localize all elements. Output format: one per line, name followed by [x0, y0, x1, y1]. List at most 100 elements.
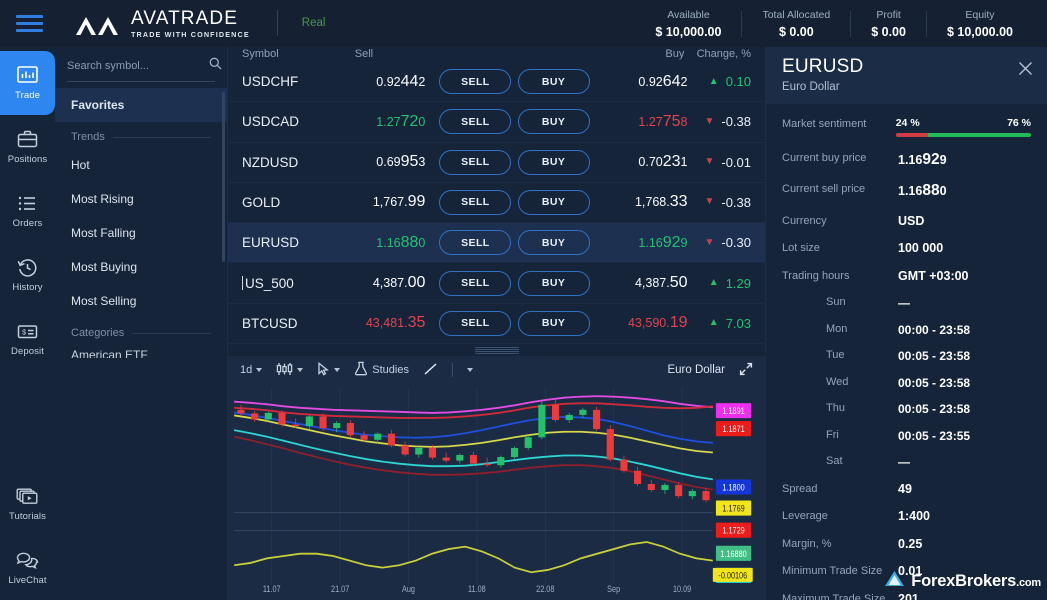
buy-button[interactable]: BUY	[518, 311, 590, 336]
sidebar-item-tutorials[interactable]: Tutorials	[0, 472, 55, 536]
sidebar-item-positions[interactable]: Positions	[0, 115, 55, 179]
price-tag-label: 1.1800	[722, 482, 745, 493]
caret-down-icon: ▼	[704, 197, 714, 207]
candle-body	[306, 416, 313, 426]
chart-type-selector[interactable]	[276, 362, 303, 379]
table-row[interactable]: US_5004,387.00SELLBUY4,387.50▲1.29	[228, 263, 765, 303]
candle-body	[702, 491, 709, 500]
watchlist-item-most-selling[interactable]: Most Selling	[55, 284, 227, 318]
cell-change: ▲ 7.03	[694, 316, 752, 331]
cell-sell-button: SELL	[439, 311, 511, 336]
studies-label: Studies	[372, 364, 409, 376]
cell-symbol: USDCAD	[242, 114, 334, 129]
cursor-tool-selector[interactable]	[317, 362, 340, 379]
panel-splitter[interactable]	[228, 344, 765, 356]
trading-hours-row-mon: Mon00:00 - 23:58	[782, 323, 1031, 337]
watchlist-section-trends: Trends	[55, 122, 227, 148]
sell-button[interactable]: SELL	[439, 190, 511, 215]
watchlist-item-hot[interactable]: Hot	[55, 148, 227, 182]
watchlist-item-most-buying[interactable]: Most Buying	[55, 250, 227, 284]
hamburger-icon[interactable]	[0, 15, 58, 32]
chart-canvas[interactable]: 11.0721.07Aug11.0822.08Sep10.091.18911.1…	[228, 384, 765, 600]
close-icon[interactable]	[1018, 61, 1033, 81]
trading-hours-row-sun: Sun—	[782, 296, 1031, 310]
watermark-text: ForexBrokers.com	[911, 572, 1041, 591]
candle-body	[620, 460, 627, 471]
candle-body	[470, 455, 477, 464]
table-row[interactable]: GOLD1,767.99SELLBUY1,768.33▼-0.38	[228, 183, 765, 223]
trading-hours-row-thu: Thu00:05 - 23:58	[782, 402, 1031, 416]
trading-hours-row: Trading hours GMT +03:00	[782, 269, 1031, 283]
table-row[interactable]: BTCUSD43,481.35SELLBUY43,590.19▲7.03	[228, 304, 765, 344]
table-row[interactable]: NZDUSD0.69953SELLBUY0.70231▼-0.01	[228, 143, 765, 183]
expand-icon[interactable]	[739, 362, 753, 379]
cell-buy-button: BUY	[518, 271, 590, 296]
watchlist-scrollbar[interactable]	[222, 92, 225, 262]
drawing-tool-dropdown[interactable]	[467, 368, 473, 372]
section-label: Trends	[71, 131, 105, 143]
caret-up-icon: ▲	[709, 318, 719, 328]
quotes-header: Symbol Sell Buy Change, %	[228, 47, 765, 62]
watchlist-item-american-etf[interactable]: American ETF	[55, 344, 227, 358]
price-tag-label: 1.1769	[722, 503, 745, 514]
cell-sell-button: SELL	[439, 271, 511, 296]
search-input[interactable]	[67, 60, 209, 72]
watchlist-item-favorites[interactable]: Favorites	[55, 88, 227, 122]
sell-button[interactable]: SELL	[439, 150, 511, 175]
spec-value: 1:400	[898, 509, 930, 523]
table-row[interactable]: EURUSD1.16880SELLBUY1.16929▼-0.30	[228, 223, 765, 263]
timeframe-selector[interactable]: 1d	[240, 364, 262, 376]
cell-sell-price: 1.16880	[334, 234, 440, 252]
stat-label: Total Allocated	[762, 9, 830, 21]
lot-size-row: Lot size 100 000	[782, 241, 1031, 255]
cell-sell-price: 1,767.99	[334, 193, 440, 211]
rail-spacer	[0, 371, 55, 472]
buy-button[interactable]: BUY	[518, 271, 590, 296]
cell-sell-price: 43,481.35	[334, 314, 440, 332]
brand-divider	[277, 10, 278, 36]
currency-row: Currency USD	[782, 214, 1031, 228]
sell-button[interactable]: SELL	[439, 69, 511, 94]
sidebar-item-label: Deposit	[11, 346, 44, 357]
buy-button[interactable]: BUY	[518, 230, 590, 255]
change-value: 7.03	[726, 316, 751, 331]
studies-button[interactable]: Studies	[354, 361, 409, 379]
sell-button[interactable]: SELL	[439, 311, 511, 336]
sidebar-item-livechat[interactable]: LiveChat	[0, 536, 55, 600]
table-row[interactable]: USDCAD1.27720SELLBUY1.27758▼-0.38	[228, 102, 765, 142]
sidebar-item-orders[interactable]: Orders	[0, 179, 55, 243]
chart-title-label: Euro Dollar	[667, 364, 725, 376]
sell-button[interactable]: SELL	[439, 109, 511, 134]
watchlist-item-most-rising[interactable]: Most Rising	[55, 182, 227, 216]
candle-body	[484, 464, 491, 466]
buy-button[interactable]: BUY	[518, 150, 590, 175]
stat-value: $ 10,000.00	[947, 25, 1013, 39]
cell-symbol: EURUSD	[242, 235, 334, 250]
candle-body	[415, 448, 422, 455]
buy-button[interactable]: BUY	[518, 69, 590, 94]
sell-button[interactable]: SELL	[439, 230, 511, 255]
candle-body	[456, 455, 463, 461]
table-row[interactable]: USDCHF0.92442SELLBUY0.92642▲0.10	[228, 62, 765, 102]
cell-sell-button: SELL	[439, 69, 511, 94]
cell-buy-price: 1.16929	[590, 234, 694, 252]
chart-background	[228, 384, 765, 600]
candle-body	[237, 410, 244, 414]
watchlist-item-most-falling[interactable]: Most Falling	[55, 216, 227, 250]
search-icon[interactable]	[209, 57, 222, 75]
change-value: -0.38	[721, 114, 751, 129]
cell-symbol: BTCUSD	[242, 316, 334, 331]
sidebar-item-trade[interactable]: Trade	[0, 51, 55, 115]
sell-button[interactable]: SELL	[439, 271, 511, 296]
drawing-tool-selector[interactable]	[423, 362, 438, 379]
quotes-rows: USDCHF0.92442SELLBUY0.92642▲0.10USDCAD1.…	[228, 62, 765, 344]
spec-value: 0.25	[898, 537, 922, 551]
sidebar-item-history[interactable]: History	[0, 243, 55, 307]
sidebar-item-deposit[interactable]: $ Deposit	[0, 307, 55, 371]
candle-body	[265, 413, 272, 420]
buy-button[interactable]: BUY	[518, 190, 590, 215]
buy-button[interactable]: BUY	[518, 109, 590, 134]
chevron-down-icon	[467, 368, 473, 372]
caret-down-icon: ▼	[704, 117, 714, 127]
spec-label: Margin, %	[782, 537, 898, 550]
